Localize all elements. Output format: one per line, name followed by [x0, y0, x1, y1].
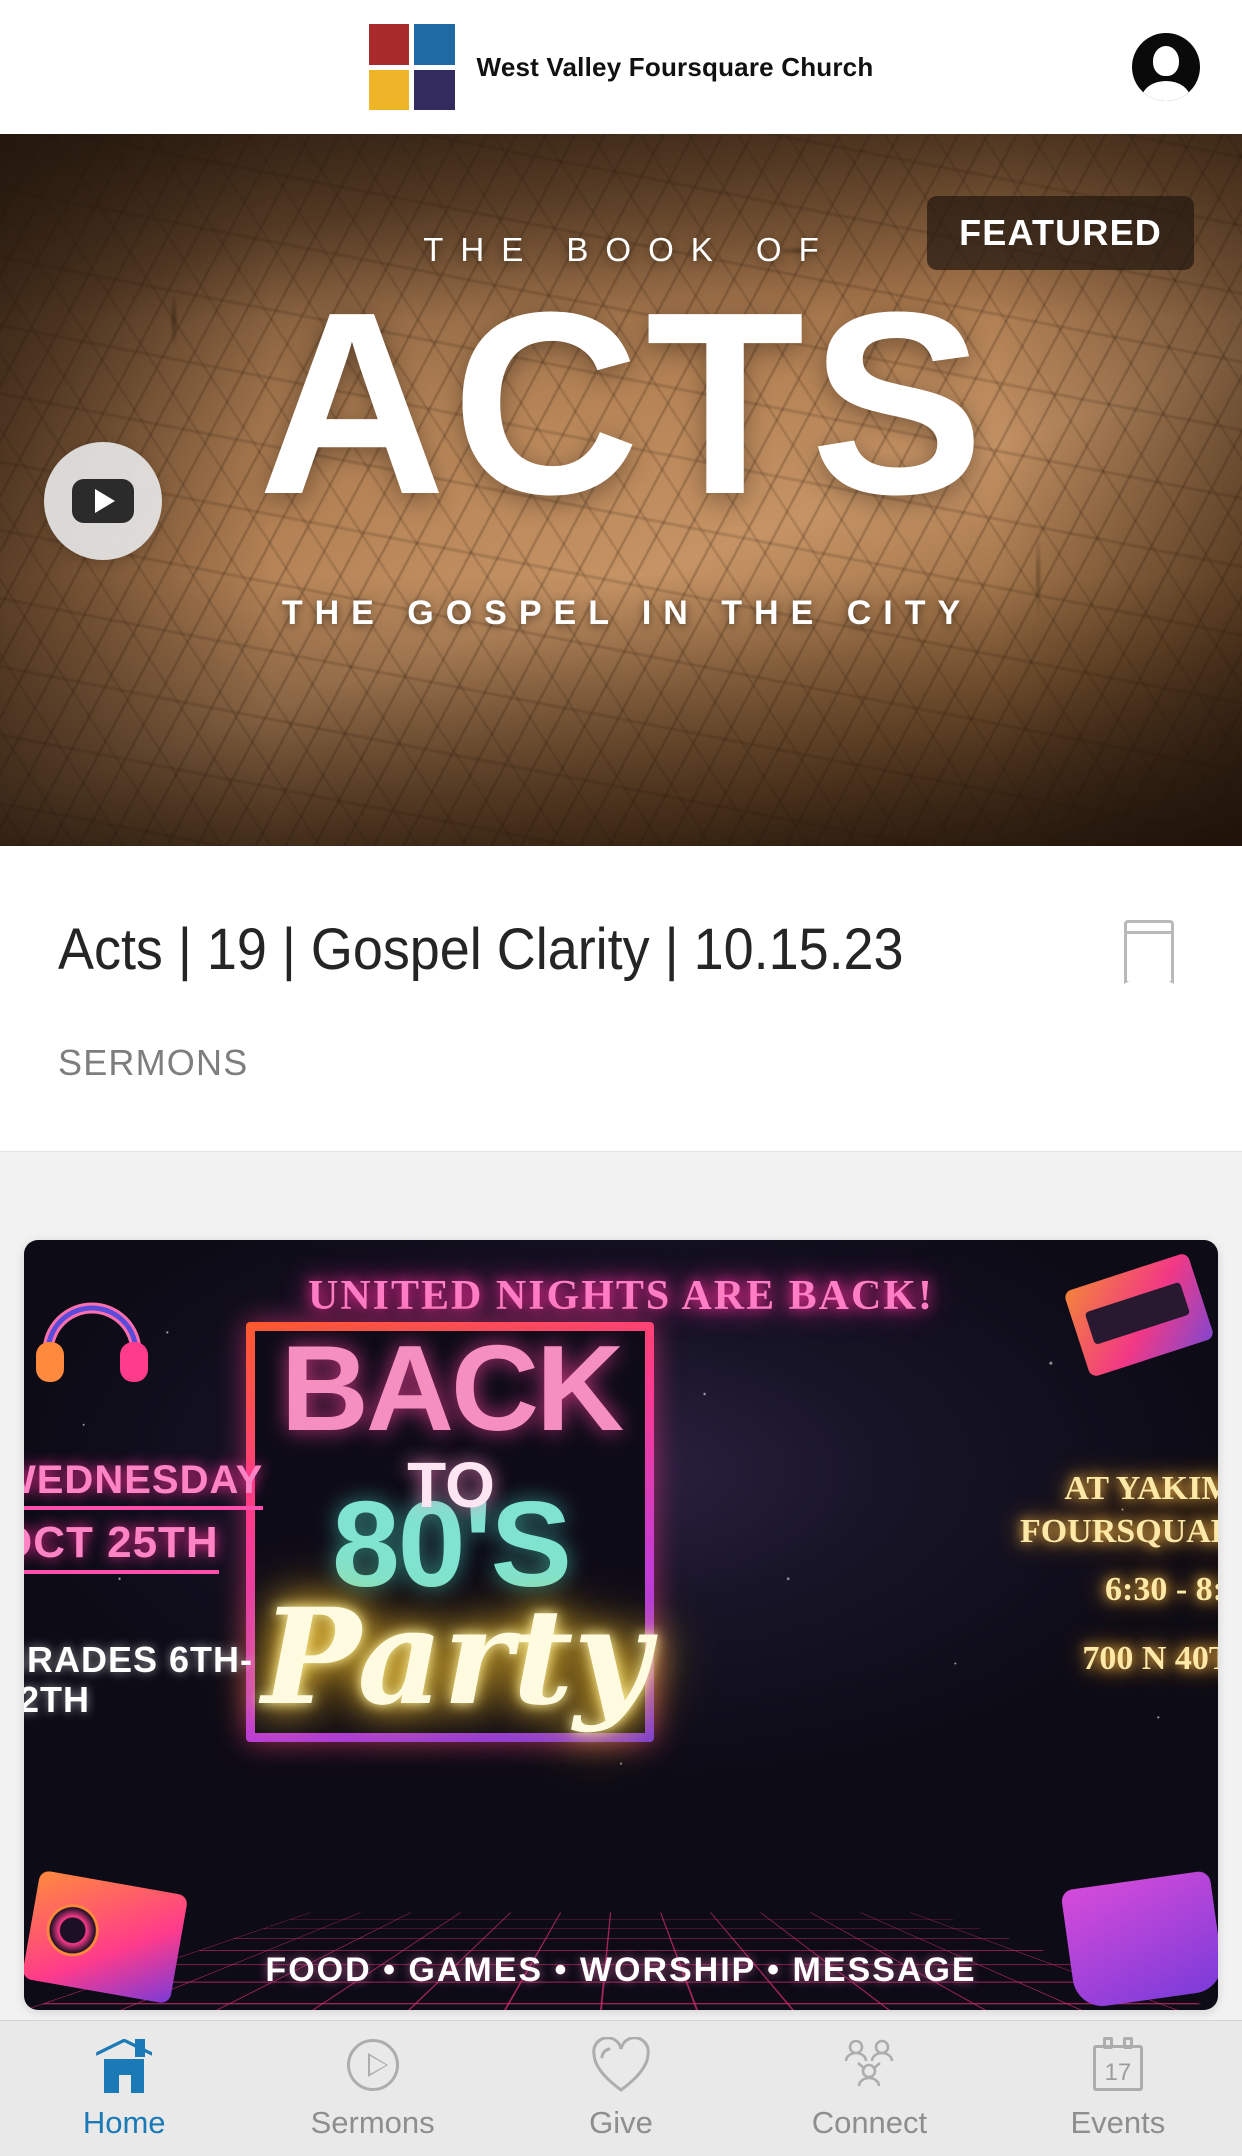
tab-give-label: Give — [589, 2104, 653, 2140]
flyer-heading: UNITED NIGHTS ARE BACK! — [308, 1273, 934, 1319]
youtube-play-icon — [72, 479, 134, 523]
flyer-address: 700 N 40TH — [1082, 1639, 1218, 1677]
tab-give[interactable]: Give — [497, 2021, 745, 2156]
tab-connect[interactable]: Connect — [745, 2021, 993, 2156]
bottom-tab-bar: Home Sermons Give Connect 17 Events — [0, 2020, 1242, 2156]
hero-title: ACTS — [258, 259, 990, 549]
sermon-info-card[interactable]: Acts | 19 | Gospel Clarity | 10.15.23 SE… — [0, 846, 1242, 1152]
avatar-head — [1153, 46, 1179, 76]
app-header: West Valley Foursquare Church — [0, 0, 1242, 134]
flyer-date-block: WEDNESDAY OCT 25TH GRADES 6TH-12TH — [24, 1458, 328, 1721]
sermon-category: SERMONS — [58, 1042, 249, 1083]
tab-events-label: Events — [1070, 2104, 1166, 2140]
play-video-button[interactable] — [44, 442, 162, 560]
flyer-venue: AT YAKIMA FOURSQUARE — [1019, 1470, 1218, 1550]
church-app-home-screen: West Valley Foursquare Church THE BOOK O… — [0, 0, 1242, 2156]
flyer-grades: GRADES 6TH-12TH — [24, 1639, 254, 1721]
people-icon — [838, 2037, 900, 2095]
sermon-title: Acts | 19 | Gospel Clarity | 10.15.23 — [58, 917, 904, 982]
tab-connect-label: Connect — [811, 2104, 928, 2140]
featured-sermon-hero[interactable]: THE BOOK OF ACTS THE GOSPEL IN THE CITY … — [0, 134, 1242, 846]
flyer-location-block: AT YAKIMA FOURSQUARE 6:30 - 8:30 700 N 4… — [918, 1468, 1218, 1680]
flyer-time: 6:30 - 8:30 — [1105, 1571, 1218, 1608]
tab-sermons-label: Sermons — [310, 2104, 435, 2140]
profile-avatar-icon[interactable] — [1132, 33, 1200, 101]
play-triangle — [95, 489, 115, 513]
tab-home-label: Home — [82, 2104, 166, 2140]
featured-badge: FEATURED — [927, 196, 1194, 270]
flyer-footer: FOOD • GAMES • WORSHIP • MESSAGE — [265, 1951, 977, 1989]
event-flyer-card[interactable]: UNITED NIGHTS ARE BACK! BACK 80'S TO Par… — [24, 1240, 1218, 2010]
tab-events[interactable]: 17 Events — [994, 2021, 1242, 2156]
bookmark-icon[interactable] — [1124, 920, 1174, 984]
calendar-icon: 17 — [1087, 2036, 1149, 2095]
content-feed: UNITED NIGHTS ARE BACK! BACK 80'S TO Par… — [0, 1152, 1242, 2020]
bookmark-top-bar — [1124, 920, 1174, 934]
avatar-body — [1142, 81, 1190, 101]
hero-subtitle: THE GOSPEL IN THE CITY — [281, 594, 973, 632]
tab-sermons[interactable]: Sermons — [248, 2021, 496, 2156]
flyer-date-day: WEDNESDAY — [24, 1458, 264, 1510]
brand-lockup: West Valley Foursquare Church — [368, 24, 874, 110]
foursquare-logo-icon — [368, 24, 455, 110]
flyer-date-date: OCT 25TH — [24, 1518, 219, 1575]
flyer-word-back: BACK — [280, 1320, 624, 1456]
home-icon — [93, 2037, 155, 2095]
calendar-day-number: 17 — [1104, 2058, 1132, 2086]
church-name: West Valley Foursquare Church — [476, 51, 874, 82]
tab-home[interactable]: Home — [0, 2021, 248, 2156]
heart-icon — [590, 2036, 652, 2095]
play-circle-icon — [342, 2037, 404, 2095]
bookmark-body — [1124, 934, 1174, 984]
